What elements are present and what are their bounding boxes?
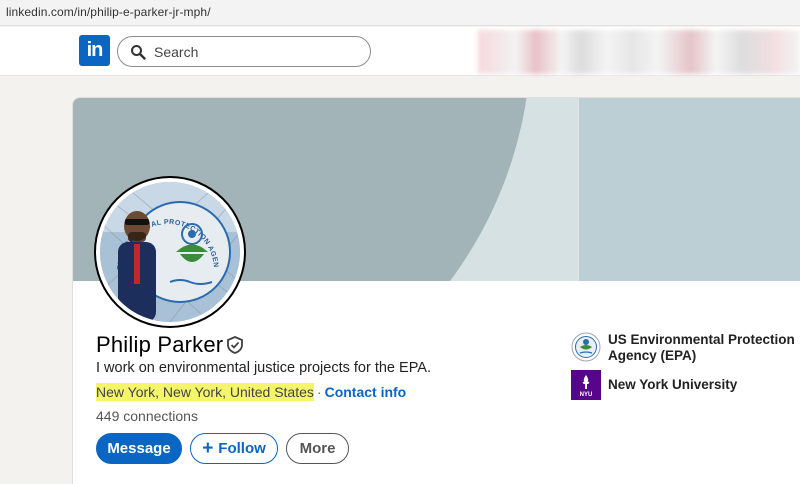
more-button[interactable]: More: [286, 433, 349, 464]
avatar-photo: ENVIRONMENTAL PROTECTION AGENCY: [100, 182, 240, 322]
search-icon: [131, 45, 146, 60]
top-navbar: in: [0, 27, 800, 76]
profile-headline: I work on environmental justice projects…: [96, 360, 431, 376]
avatar[interactable]: ENVIRONMENTAL PROTECTION AGENCY: [96, 178, 244, 326]
nyu-logo: NYU: [571, 370, 601, 400]
browser-address-bar[interactable]: linkedin.com/in/philip-e-parker-jr-mph/: [0, 0, 800, 26]
connections-count[interactable]: 449 connections: [96, 408, 198, 424]
epa-logo: [571, 332, 601, 362]
separator-dot: ·: [316, 384, 322, 400]
search-box[interactable]: [117, 36, 371, 67]
banner-right-panel: [578, 98, 800, 281]
linkedin-logo[interactable]: in: [79, 35, 110, 66]
org-name-nyu: New York University: [608, 377, 738, 392]
contact-info-link[interactable]: Contact info: [325, 384, 407, 400]
profile-location: New York, New York, United States: [96, 383, 314, 401]
plus-icon: +: [202, 438, 214, 459]
search-input[interactable]: [154, 42, 354, 62]
profile-name-row: Philip Parker: [96, 332, 243, 360]
location-row: New York, New York, United States · Contac…: [96, 383, 407, 401]
org-name-epa: US Environmental Protection Agency (EPA): [608, 332, 795, 363]
profile-name: Philip Parker: [96, 332, 224, 357]
blurred-nav-icons: [478, 30, 800, 74]
url-text[interactable]: linkedin.com/in/philip-e-parker-jr-mph/: [6, 5, 211, 19]
follow-button[interactable]: + Follow: [190, 433, 278, 464]
verified-shield-icon[interactable]: [226, 336, 244, 354]
nyu-logo-text: NYU: [580, 392, 593, 398]
message-button[interactable]: Message: [96, 433, 182, 464]
follow-label: Follow: [218, 440, 266, 457]
